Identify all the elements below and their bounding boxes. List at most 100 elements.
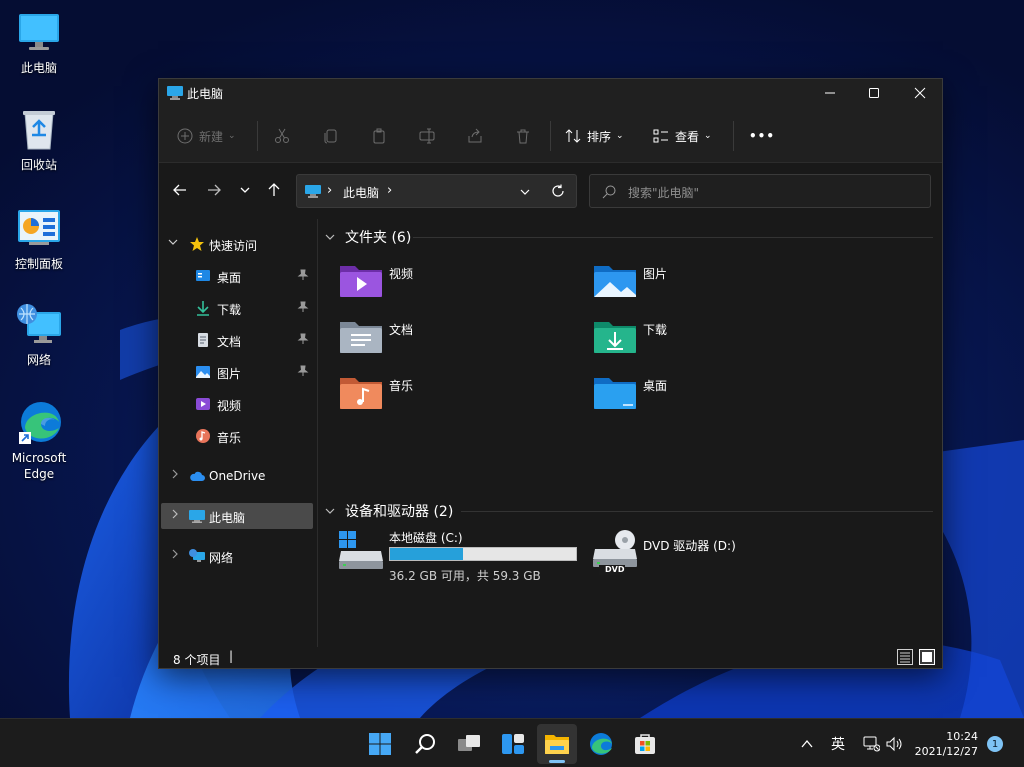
minimize-button[interactable]: [807, 79, 853, 107]
maximize-button[interactable]: [851, 79, 897, 107]
drive-usage-fill: [390, 548, 463, 560]
folder-desktop[interactable]: 桌面: [593, 371, 793, 413]
toolbar-separator: [733, 121, 734, 151]
nav-item-music[interactable]: 音乐: [161, 423, 313, 449]
folder-videos[interactable]: 视频: [339, 259, 539, 301]
nav-item-pictures[interactable]: 图片: [161, 359, 313, 385]
drive-c[interactable]: 本地磁盘 (C:) 36.2 GB 可用，共 59.3 GB: [339, 529, 589, 583]
input-method-indicator[interactable]: 英: [831, 719, 845, 767]
delete-button[interactable]: [515, 121, 531, 151]
window-title: 此电脑: [187, 87, 224, 101]
large-icons-view-button[interactable]: [919, 649, 935, 665]
task-view-button[interactable]: [449, 724, 489, 764]
toolbar-separator: [550, 121, 551, 151]
nav-item-downloads[interactable]: 下载: [161, 295, 313, 321]
close-button[interactable]: [897, 79, 943, 107]
up-button[interactable]: [263, 179, 285, 201]
clock-date: 2021/12/27: [914, 744, 978, 758]
back-button[interactable]: [169, 179, 191, 201]
chevron-down-icon: ⌄: [704, 131, 712, 141]
folder-music[interactable]: 音乐: [339, 371, 539, 413]
pin-icon[interactable]: [297, 333, 309, 345]
sort-button[interactable]: 排序 ⌄: [565, 121, 624, 151]
pin-icon[interactable]: [297, 269, 309, 281]
address-bar[interactable]: › 此电脑 ›: [296, 174, 577, 208]
notification-badge[interactable]: 1: [987, 736, 1003, 752]
volume-button[interactable]: [886, 719, 904, 767]
more-options-button[interactable]: •••: [749, 121, 775, 151]
widgets-button[interactable]: [493, 724, 533, 764]
copy-button[interactable]: [323, 121, 339, 151]
store-taskbar-button[interactable]: [625, 724, 665, 764]
nav-label: OneDrive: [209, 469, 266, 483]
drive-d[interactable]: DVD DVD 驱动器 (D:): [593, 529, 843, 583]
close-icon: [914, 87, 926, 99]
content-area: 文件夹 (6) 视频 图片 文档 下载 音乐 桌面 设备和驱动器 (2) 本地磁…: [319, 219, 939, 647]
share-button[interactable]: [467, 121, 483, 151]
edge-taskbar-button[interactable]: [581, 724, 621, 764]
new-label: 新建: [199, 129, 224, 144]
breadcrumb-this-pc[interactable]: 此电脑: [343, 184, 379, 201]
pin-icon[interactable]: [297, 365, 309, 377]
nav-onedrive[interactable]: OneDrive: [161, 463, 313, 489]
folders-group-header[interactable]: 文件夹 (6): [325, 227, 933, 247]
drive-label: 本地磁盘 (C:): [389, 531, 463, 545]
start-button[interactable]: [360, 724, 400, 764]
file-explorer-taskbar-button[interactable]: [537, 724, 577, 764]
nav-this-pc[interactable]: 此电脑: [161, 503, 313, 529]
documents-folder-icon: [340, 322, 382, 353]
forward-button[interactable]: [203, 179, 225, 201]
nav-label: 音乐: [217, 431, 242, 445]
title-bar[interactable]: 此电脑: [159, 79, 942, 107]
chevron-right-icon[interactable]: [169, 508, 181, 520]
desktop-icon-label: 回收站: [20, 158, 57, 172]
plus-circle-icon: [177, 128, 193, 144]
drives-group-header[interactable]: 设备和驱动器 (2): [325, 501, 933, 521]
pin-icon[interactable]: [297, 301, 309, 313]
show-hidden-icons-button[interactable]: [800, 719, 814, 767]
view-list-icon: [653, 129, 668, 143]
cut-button[interactable]: [274, 121, 290, 151]
nav-item-documents[interactable]: 文档: [161, 327, 313, 353]
search-taskbar-button[interactable]: [405, 724, 445, 764]
chevron-right-icon[interactable]: [169, 548, 181, 560]
search-icon: [602, 185, 616, 199]
desktop-icon-edge[interactable]: Microsoft Edge: [4, 394, 74, 481]
breadcrumb-separator-icon: ›: [387, 183, 393, 198]
view-button[interactable]: 查看 ⌄: [653, 121, 712, 151]
nav-network[interactable]: 网络: [161, 543, 313, 569]
desktop-icon-recycle-bin[interactable]: 回收站: [4, 101, 74, 187]
nav-item-desktop[interactable]: 桌面: [161, 263, 313, 289]
monitor-icon: [15, 8, 63, 56]
desktop-icon-this-pc[interactable]: 此电脑: [4, 4, 74, 90]
status-bar: 8 个项目 |: [159, 645, 942, 669]
trash-icon: [517, 129, 529, 144]
refresh-icon[interactable]: [551, 184, 565, 198]
desktop-icon-network[interactable]: 网络: [4, 296, 74, 382]
search-box[interactable]: 搜索"此电脑": [589, 174, 931, 208]
folder-downloads[interactable]: 下载: [593, 315, 793, 357]
clock-button[interactable]: 10:24 2021/12/27: [914, 719, 978, 767]
minimize-icon: [825, 92, 835, 94]
this-pc-icon: [305, 185, 321, 198]
desktop-icon-control-panel[interactable]: 控制面板: [4, 200, 74, 286]
nav-quick-access[interactable]: 快速访问: [161, 231, 313, 257]
video-icon: [196, 398, 210, 410]
chevron-down-icon[interactable]: [167, 236, 179, 248]
pane-divider[interactable]: [317, 219, 318, 647]
folder-documents[interactable]: 文档: [339, 315, 539, 357]
widgets-icon: [502, 734, 524, 754]
folder-pictures[interactable]: 图片: [593, 259, 793, 301]
details-view-button[interactable]: [897, 649, 913, 665]
paste-button[interactable]: [371, 121, 387, 151]
nav-label: 图片: [217, 367, 242, 381]
address-history-chevron-icon[interactable]: [519, 187, 531, 197]
recent-locations-button[interactable]: [234, 179, 256, 201]
network-icon: [15, 300, 63, 348]
chevron-right-icon[interactable]: [169, 468, 181, 480]
network-status-button[interactable]: [862, 719, 880, 767]
nav-item-videos[interactable]: 视频: [161, 391, 313, 417]
new-button[interactable]: 新建 ⌄: [177, 121, 236, 151]
download-icon: [197, 301, 209, 316]
rename-button[interactable]: [419, 121, 437, 151]
